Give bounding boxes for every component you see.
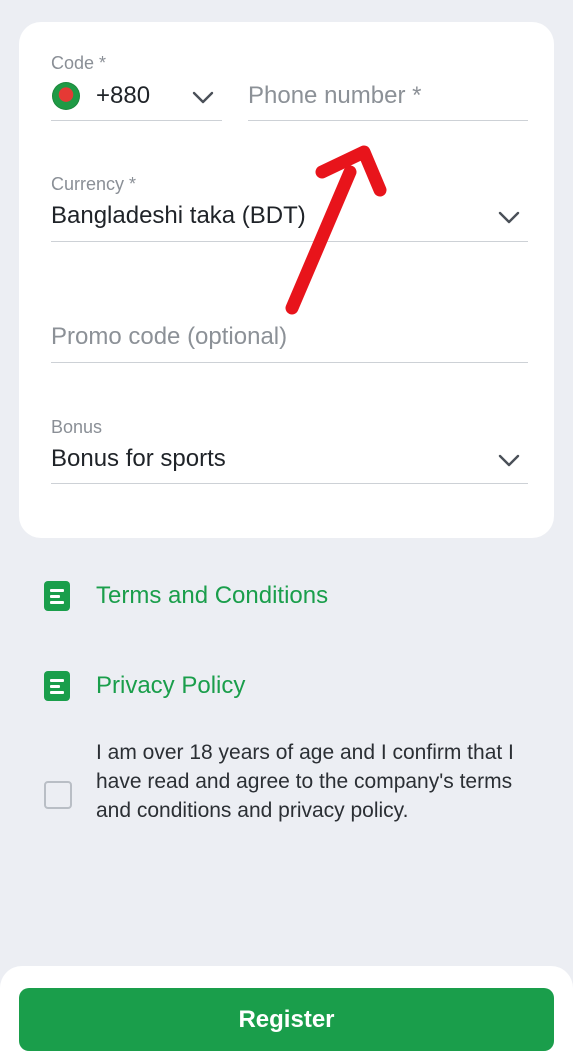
chevron-down-icon[interactable] <box>191 85 215 109</box>
registration-page: Code * +880 Phone number * Currency * Ba… <box>0 0 573 1058</box>
country-code-value: +880 <box>96 82 151 109</box>
chevron-down-icon[interactable] <box>497 448 521 472</box>
phone-underline <box>248 120 528 121</box>
age-consent-checkbox[interactable] <box>44 781 72 809</box>
bonus-label: Bonus <box>51 417 103 437</box>
document-icon <box>44 581 70 611</box>
registration-form-card: Code * +880 Phone number * Currency * Ba… <box>19 22 554 538</box>
age-consent-text: I am over 18 years of age and I confirm … <box>96 741 514 822</box>
privacy-link-label[interactable]: Privacy Policy <box>96 672 245 700</box>
document-icon <box>44 671 70 701</box>
promo-code-placeholder: Promo code (optional) <box>51 323 288 350</box>
code-label: Code * <box>51 53 107 73</box>
bonus-underline <box>51 483 528 484</box>
terms-link-label[interactable]: Terms and Conditions <box>96 582 328 610</box>
code-underline <box>51 120 222 121</box>
chevron-down-icon[interactable] <box>497 205 521 229</box>
terms-link[interactable]: Terms and Conditions <box>44 581 328 611</box>
currency-label: Currency * <box>51 174 137 194</box>
register-button[interactable]: Register <box>19 988 554 1051</box>
privacy-link[interactable]: Privacy Policy <box>44 671 245 701</box>
bonus-value: Bonus for sports <box>51 445 226 472</box>
phone-number-placeholder: Phone number * <box>248 82 422 109</box>
currency-value: Bangladeshi taka (BDT) <box>51 202 306 229</box>
bangladesh-flag-icon <box>52 82 80 110</box>
currency-underline <box>51 241 528 242</box>
promo-underline <box>51 362 528 363</box>
